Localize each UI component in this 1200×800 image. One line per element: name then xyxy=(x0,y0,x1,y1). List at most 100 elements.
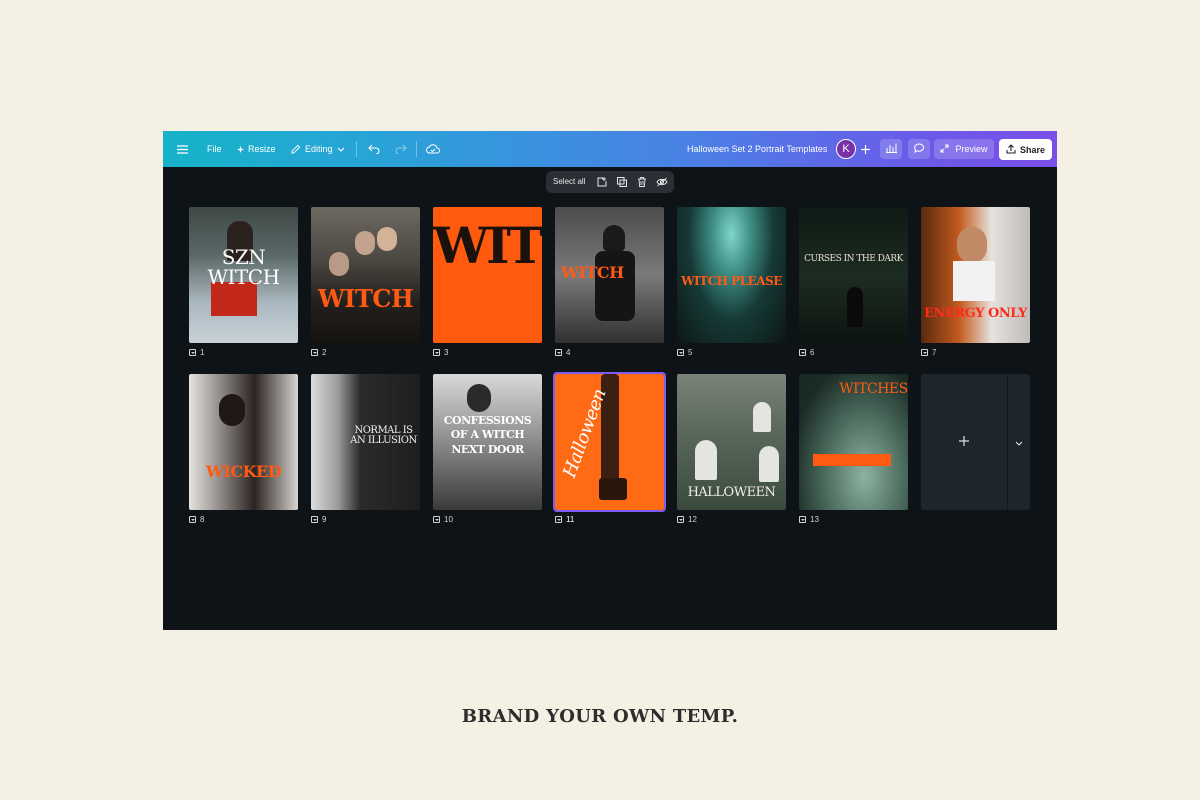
page-preview[interactable]: HALLOWEEN xyxy=(677,374,786,510)
page-title: NORMAL IS AN ILLUSION xyxy=(350,425,417,446)
page-preview[interactable]: WICKED xyxy=(189,374,298,510)
page-number: 8 xyxy=(200,515,205,524)
duplicate-icon[interactable] xyxy=(615,175,629,189)
add-page-icon[interactable] xyxy=(595,175,609,189)
add-collaborator-button[interactable] xyxy=(861,131,870,167)
page-preview[interactable]: WITCH xyxy=(311,207,420,343)
top-toolbar: File Resize Editing Halloween Set 2 Port… xyxy=(163,131,1057,167)
page-title: SZN WITCH xyxy=(207,245,280,289)
page-note-icon xyxy=(799,349,806,356)
select-all-button[interactable]: Select all xyxy=(553,171,585,193)
editing-mode-button[interactable]: Editing xyxy=(290,131,345,167)
page-number: 13 xyxy=(810,515,819,524)
redo-button[interactable] xyxy=(395,131,407,167)
page-preview[interactable]: ENERGY ONLY xyxy=(921,207,1030,343)
page-number: 3 xyxy=(444,348,449,357)
file-label: File xyxy=(207,144,222,154)
page-note-icon xyxy=(555,349,562,356)
sparkle-icon xyxy=(237,145,244,153)
preview-label: Preview xyxy=(955,144,988,154)
page-preview[interactable]: WITCH xyxy=(555,207,664,343)
page-preview[interactable]: WITCH PLEASE xyxy=(677,207,786,343)
page-title: WICKED xyxy=(205,462,282,481)
add-page-slot xyxy=(921,374,1030,510)
insights-button[interactable] xyxy=(880,139,902,159)
page-note-icon xyxy=(799,516,806,523)
page-number: 10 xyxy=(444,515,453,524)
page-note-icon xyxy=(433,349,440,356)
save-status-button[interactable] xyxy=(426,131,440,167)
page-preview[interactable]: WITCHES xyxy=(799,374,908,510)
document-title-label: Halloween Set 2 Portrait Templates xyxy=(687,144,828,154)
upload-icon xyxy=(1006,143,1016,156)
chevron-down-icon xyxy=(337,147,345,152)
document-title[interactable]: Halloween Set 2 Portrait Templates xyxy=(687,131,827,167)
comment-icon xyxy=(913,143,925,155)
page-number: 12 xyxy=(688,515,697,524)
page-note-icon xyxy=(189,516,196,523)
preview-button[interactable]: Preview xyxy=(934,139,994,159)
toolbar-divider xyxy=(356,141,357,157)
menu-button[interactable] xyxy=(177,131,188,167)
page-title: CONFESSIONS OF A WITCH NEXT DOOR xyxy=(443,414,532,456)
chart-icon xyxy=(885,143,897,155)
plus-icon xyxy=(959,433,969,451)
page-note-icon xyxy=(311,349,318,356)
page-note-icon xyxy=(921,349,928,356)
page-title: WITCH xyxy=(317,284,414,313)
page-note-icon xyxy=(677,516,684,523)
avatar-initial: K xyxy=(842,143,850,155)
page-number: 9 xyxy=(322,515,327,524)
page-preview[interactable]: WITCH xyxy=(433,207,542,343)
toolbar-divider xyxy=(416,141,417,157)
resize-button[interactable]: Resize xyxy=(237,131,276,167)
page-note-icon xyxy=(433,516,440,523)
redo-icon xyxy=(395,144,407,154)
hide-icon[interactable] xyxy=(655,175,669,189)
page-note-icon xyxy=(555,516,562,523)
cloud-save-icon xyxy=(426,144,440,154)
share-button[interactable]: Share xyxy=(999,139,1052,160)
page-note-icon xyxy=(189,349,196,356)
page-title: WITCHES xyxy=(839,381,908,397)
share-label: Share xyxy=(1019,144,1045,155)
promo-caption: BRAND YOUR OWN TEMP. xyxy=(461,706,739,727)
undo-icon xyxy=(368,144,380,154)
page-preview-selected[interactable]: Halloween xyxy=(553,372,666,512)
page-title: WITCH PLEASE xyxy=(681,274,782,288)
page-title: WITCH xyxy=(561,263,624,282)
undo-button[interactable] xyxy=(368,131,380,167)
page-note-icon xyxy=(677,349,684,356)
add-page-options-button[interactable] xyxy=(1008,374,1030,510)
page-number: 7 xyxy=(932,348,937,357)
page-preview[interactable]: CONFESSIONS OF A WITCH NEXT DOOR xyxy=(433,374,542,510)
page-title: CURSES IN THE DARK xyxy=(804,254,903,264)
page-number: 5 xyxy=(688,348,693,357)
page-preview[interactable]: NORMAL IS AN ILLUSION xyxy=(311,374,420,510)
plus-icon xyxy=(861,144,870,154)
page-preview[interactable]: SZN WITCH xyxy=(189,207,298,343)
page-preview[interactable]: CURSES IN THE DARK xyxy=(799,207,908,343)
editor-window: File Resize Editing Halloween Set 2 Port… xyxy=(163,131,1057,630)
trash-icon[interactable] xyxy=(635,175,649,189)
chevron-down-icon xyxy=(1015,433,1023,451)
file-button[interactable]: File xyxy=(207,131,222,167)
editing-label: Editing xyxy=(305,144,333,154)
resize-label: Resize xyxy=(248,144,276,154)
comment-button[interactable] xyxy=(908,139,930,159)
page-number: 4 xyxy=(566,348,571,357)
page-number: 11 xyxy=(566,515,575,524)
add-page-button[interactable] xyxy=(921,374,1007,510)
menu-icon xyxy=(177,144,188,154)
page-number: 2 xyxy=(322,348,327,357)
page-title: WITCH xyxy=(433,216,542,275)
page-title: HALLOWEEN xyxy=(687,485,776,500)
page-title: ENERGY ONLY xyxy=(924,306,1027,321)
pencil-icon xyxy=(290,144,301,155)
page-note-icon xyxy=(311,516,318,523)
expand-icon xyxy=(940,144,949,155)
avatar[interactable]: K xyxy=(836,139,856,159)
selection-toolbar: Select all xyxy=(546,171,674,193)
page-number: 6 xyxy=(810,348,815,357)
page-number: 1 xyxy=(200,348,205,357)
